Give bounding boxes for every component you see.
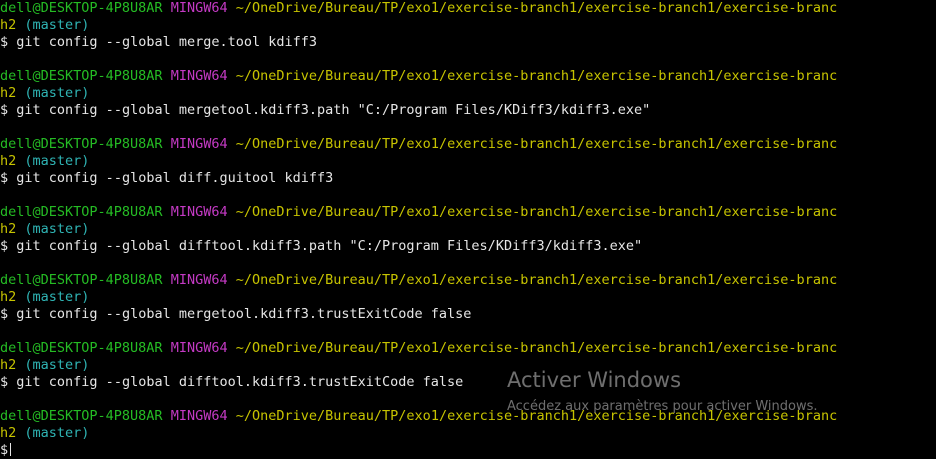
command-text: git config --global diff.guitool kdiff3 [16,170,334,186]
prompt-system: MINGW64 [170,204,228,220]
prompt-dollar: $ [0,170,9,186]
prompt-line-continued: h2 (master) [0,357,936,374]
prompt-path: ~/OneDrive/Bureau/TP/exo1/exercise-branc… [235,68,838,84]
prompt-user: dell@DESKTOP-4P8U8AR [0,0,163,16]
command-text: git config --global difftool.kdiff3.path… [16,238,643,254]
prompt-path: ~/OneDrive/Bureau/TP/exo1/exercise-branc… [235,408,838,424]
prompt-path-continued: h2 [0,289,17,305]
command-line: $ git config --global mergetool.kdiff3.t… [0,306,936,323]
prompt-dollar: $ [0,306,9,322]
prompt-dollar: $ [0,34,9,50]
prompt-path-continued: h2 [0,17,17,33]
prompt-user: dell@DESKTOP-4P8U8AR [0,408,163,424]
prompt-line: dell@DESKTOP-4P8U8AR MINGW64 ~/OneDrive/… [0,136,936,153]
prompt-path: ~/OneDrive/Bureau/TP/exo1/exercise-branc… [235,136,838,152]
prompt-path: ~/OneDrive/Bureau/TP/exo1/exercise-branc… [235,0,838,16]
prompt-system: MINGW64 [170,68,228,84]
prompt-system: MINGW64 [170,340,228,356]
prompt-system: MINGW64 [170,136,228,152]
prompt-path: ~/OneDrive/Bureau/TP/exo1/exercise-branc… [235,272,838,288]
command-text: git config --global merge.tool kdiff3 [16,34,318,50]
prompt-line: dell@DESKTOP-4P8U8AR MINGW64 ~/OneDrive/… [0,408,936,425]
command-line: $ git config --global difftool.kdiff3.pa… [0,238,936,255]
command-text: git config --global difftool.kdiff3.trus… [16,374,464,390]
prompt-line: dell@DESKTOP-4P8U8AR MINGW64 ~/OneDrive/… [0,68,936,85]
prompt-branch: (master) [24,289,90,305]
prompt-dollar: $ [0,442,9,458]
prompt-line-continued: h2 (master) [0,85,936,102]
prompt-branch: (master) [24,85,90,101]
prompt-system: MINGW64 [170,272,228,288]
terminal-window[interactable]: dell@DESKTOP-4P8U8AR MINGW64 ~/OneDrive/… [0,0,936,459]
command-line: $ git config --global difftool.kdiff3.tr… [0,374,936,391]
prompt-path-continued: h2 [0,153,17,169]
prompt-branch: (master) [24,153,90,169]
prompt-line-continued: h2 (master) [0,153,936,170]
command-line: $ git config --global diff.guitool kdiff… [0,170,936,187]
prompt-user: dell@DESKTOP-4P8U8AR [0,136,163,152]
prompt-line-continued: h2 (master) [0,289,936,306]
prompt-dollar: $ [0,102,9,118]
prompt-user: dell@DESKTOP-4P8U8AR [0,272,163,288]
active-input-line[interactable]: $ [0,442,936,459]
prompt-line: dell@DESKTOP-4P8U8AR MINGW64 ~/OneDrive/… [0,272,936,289]
prompt-system: MINGW64 [170,0,228,16]
prompt-path: ~/OneDrive/Bureau/TP/exo1/exercise-branc… [235,204,838,220]
prompt-user: dell@DESKTOP-4P8U8AR [0,340,163,356]
prompt-dollar: $ [0,238,9,254]
prompt-line: dell@DESKTOP-4P8U8AR MINGW64 ~/OneDrive/… [0,204,936,221]
command-text: git config --global mergetool.kdiff3.tru… [16,306,472,322]
prompt-branch: (master) [24,17,90,33]
prompt-branch: (master) [24,425,90,441]
prompt-line-continued: h2 (master) [0,17,936,34]
prompt-line-continued: h2 (master) [0,425,936,442]
prompt-path-continued: h2 [0,425,17,441]
command-text: git config --global mergetool.kdiff3.pat… [16,102,651,118]
prompt-system: MINGW64 [170,408,228,424]
prompt-path: ~/OneDrive/Bureau/TP/exo1/exercise-branc… [235,340,838,356]
terminal-output: dell@DESKTOP-4P8U8AR MINGW64 ~/OneDrive/… [0,0,936,459]
prompt-branch: (master) [24,221,90,237]
text-cursor [10,443,12,456]
command-line: $ git config --global merge.tool kdiff3 [0,34,936,51]
prompt-dollar: $ [0,374,9,390]
prompt-line: dell@DESKTOP-4P8U8AR MINGW64 ~/OneDrive/… [0,340,936,357]
prompt-user: dell@DESKTOP-4P8U8AR [0,68,163,84]
prompt-path-continued: h2 [0,221,17,237]
prompt-line: dell@DESKTOP-4P8U8AR MINGW64 ~/OneDrive/… [0,0,936,17]
prompt-path-continued: h2 [0,85,17,101]
prompt-line-continued: h2 (master) [0,221,936,238]
command-line: $ git config --global mergetool.kdiff3.p… [0,102,936,119]
prompt-branch: (master) [24,357,90,373]
prompt-user: dell@DESKTOP-4P8U8AR [0,204,163,220]
prompt-path-continued: h2 [0,357,17,373]
